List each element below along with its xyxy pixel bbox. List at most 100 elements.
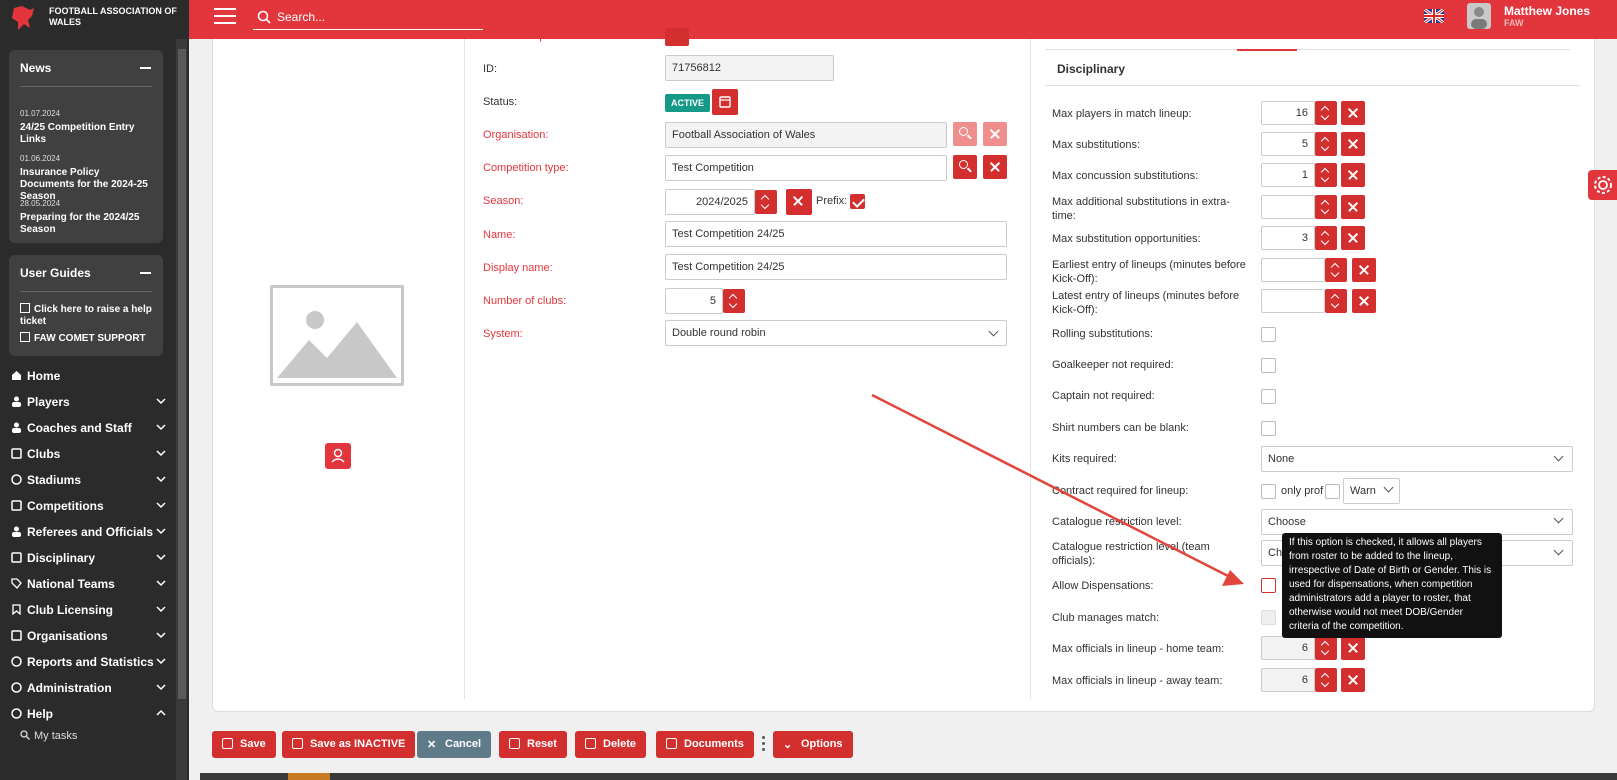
help-icon: [11, 708, 22, 719]
earliest-entry-field[interactable]: [1261, 258, 1325, 282]
collapse-guides-icon[interactable]: [140, 272, 151, 274]
search-box[interactable]: [253, 5, 483, 30]
chevron-down-icon: [156, 684, 166, 691]
sidebar-scroll-thumb[interactable]: [178, 49, 186, 699]
earliest-entry-stepper[interactable]: [1325, 258, 1347, 282]
latest-entry-clear-button[interactable]: [1352, 289, 1376, 313]
more-dots-icon[interactable]: [762, 736, 765, 752]
contract-required-checkbox[interactable]: [1261, 484, 1276, 499]
season-stepper[interactable]: [755, 190, 777, 214]
season-field[interactable]: 2024/2025: [665, 189, 755, 215]
max-officials-away-field[interactable]: 6: [1261, 668, 1315, 692]
news-link[interactable]: Insurance Policy Documents for the 2024-…: [20, 167, 150, 203]
max-officials-home-stepper[interactable]: [1315, 636, 1337, 660]
sidebar-item-help[interactable]: Help: [11, 705, 167, 725]
only-prof-checkbox[interactable]: [1325, 484, 1340, 499]
uk-flag-icon[interactable]: [1424, 9, 1444, 23]
sidebar-item-administration[interactable]: Administration: [11, 679, 167, 699]
max-additional-stepper[interactable]: [1315, 195, 1337, 219]
name-field[interactable]: Test Competition 24/25: [665, 221, 1007, 247]
season-clear-button[interactable]: [786, 189, 812, 215]
save-inactive-button[interactable]: Save as INACTIVE: [282, 731, 416, 758]
max-players-clear-button[interactable]: [1341, 101, 1365, 125]
latest-entry-field[interactable]: [1261, 289, 1325, 313]
user-name[interactable]: Matthew Jones: [1504, 4, 1590, 18]
max-concussion-field[interactable]: 1: [1261, 163, 1315, 187]
kits-required-select[interactable]: None: [1261, 446, 1573, 472]
news-link[interactable]: 24/25 Competition Entry Links: [20, 122, 150, 146]
allow-dispensations-checkbox[interactable]: [1261, 578, 1276, 593]
logo-area[interactable]: FOOTBALL ASSOCIATION OF WALES: [0, 0, 189, 39]
system-label: System:: [483, 328, 523, 340]
catalogue-restriction-select[interactable]: Choose: [1261, 509, 1573, 535]
options-button[interactable]: ⌄ Options: [773, 731, 853, 758]
divider: [464, 39, 465, 699]
upload-logo-button[interactable]: [325, 443, 351, 469]
news-link[interactable]: Preparing for the 2024/25 Season: [20, 212, 150, 236]
sidebar-item-players[interactable]: Players: [11, 393, 167, 413]
search-input[interactable]: [277, 7, 477, 27]
latest-entry-stepper[interactable]: [1325, 289, 1347, 313]
reset-button[interactable]: Reset: [499, 731, 567, 758]
sidebar-item-club-licensing[interactable]: Club Licensing: [11, 601, 167, 621]
max-officials-home-clear-button[interactable]: [1341, 636, 1365, 660]
warn-select[interactable]: Warn: [1343, 478, 1400, 504]
max-concussion-clear-button[interactable]: [1341, 163, 1365, 187]
hamburger-menu-icon[interactable]: [214, 8, 236, 26]
earliest-entry-clear-button[interactable]: [1352, 258, 1376, 282]
delete-button[interactable]: Delete: [575, 731, 647, 758]
sidebar-item-home[interactable]: Home: [11, 367, 167, 387]
max-subs-field[interactable]: 5: [1261, 132, 1315, 156]
max-subs-clear-button[interactable]: [1341, 132, 1365, 156]
faw-support-link[interactable]: FAW COMET SUPPORT: [20, 332, 155, 345]
sidebar-item-national-teams[interactable]: National Teams: [11, 575, 167, 595]
save-button[interactable]: Save: [212, 731, 276, 758]
sidebar-item-disciplinary[interactable]: Disciplinary: [11, 549, 167, 569]
max-players-stepper[interactable]: [1315, 101, 1337, 125]
sidebar-item-my-tasks[interactable]: My tasks: [20, 730, 77, 742]
competition-type-field[interactable]: Test Competition: [665, 155, 947, 181]
tab-disciplinary-active[interactable]: [1237, 49, 1297, 51]
max-players-field[interactable]: 16: [1261, 101, 1315, 125]
club-manages-checkbox[interactable]: [1261, 610, 1276, 625]
number-of-clubs-stepper[interactable]: [723, 289, 745, 313]
max-officials-home-field[interactable]: 6: [1261, 636, 1315, 660]
gk-not-required-checkbox[interactable]: [1261, 358, 1276, 373]
max-subs-stepper[interactable]: [1315, 132, 1337, 156]
help-ticket-link[interactable]: Click here to raise a help ticket: [20, 303, 155, 328]
prefix-checkbox[interactable]: [850, 194, 865, 209]
max-officials-away-clear-button[interactable]: [1341, 668, 1365, 692]
max-officials-away-stepper[interactable]: [1315, 668, 1337, 692]
avatar[interactable]: [1467, 3, 1491, 29]
coaches-icon: [12, 422, 21, 433]
max-sub-opps-stepper[interactable]: [1315, 226, 1337, 250]
max-additional-clear-button[interactable]: [1341, 195, 1365, 219]
parent-competition-button[interactable]: [665, 28, 689, 46]
sidebar-item-organisations[interactable]: Organisations: [11, 627, 167, 647]
rolling-subs-checkbox[interactable]: [1261, 327, 1276, 342]
max-sub-opps-clear-button[interactable]: [1341, 226, 1365, 250]
display-name-field[interactable]: Test Competition 24/25: [665, 254, 1007, 280]
max-additional-field[interactable]: [1261, 195, 1315, 219]
status-history-button[interactable]: [712, 89, 738, 115]
cancel-button[interactable]: ✕ Cancel: [417, 731, 492, 758]
organisation-clear-button[interactable]: [983, 122, 1007, 146]
sidebar-item-clubs[interactable]: Clubs: [11, 445, 167, 465]
shirt-numbers-checkbox[interactable]: [1261, 421, 1276, 436]
organisation-search-button[interactable]: [953, 122, 977, 146]
competition-type-clear-button[interactable]: [983, 155, 1007, 179]
competition-type-search-button[interactable]: [953, 155, 977, 179]
max-concussion-stepper[interactable]: [1315, 163, 1337, 187]
collapse-news-icon[interactable]: [140, 67, 151, 69]
sidebar-item-reports[interactable]: Reports and Statistics: [11, 653, 167, 673]
settings-button[interactable]: [1588, 170, 1617, 200]
sidebar-item-referees[interactable]: Referees and Officials: [11, 523, 167, 543]
sidebar-item-competitions[interactable]: Competitions: [11, 497, 167, 517]
sidebar-item-coaches[interactable]: Coaches and Staff: [11, 419, 167, 439]
captain-not-required-checkbox[interactable]: [1261, 389, 1276, 404]
max-sub-opps-field[interactable]: 3: [1261, 226, 1315, 250]
system-select[interactable]: Double round robin: [665, 320, 1007, 346]
number-of-clubs-field[interactable]: 5: [665, 288, 723, 314]
sidebar-item-stadiums[interactable]: Stadiums: [11, 471, 167, 491]
documents-button[interactable]: Documents: [656, 731, 754, 758]
